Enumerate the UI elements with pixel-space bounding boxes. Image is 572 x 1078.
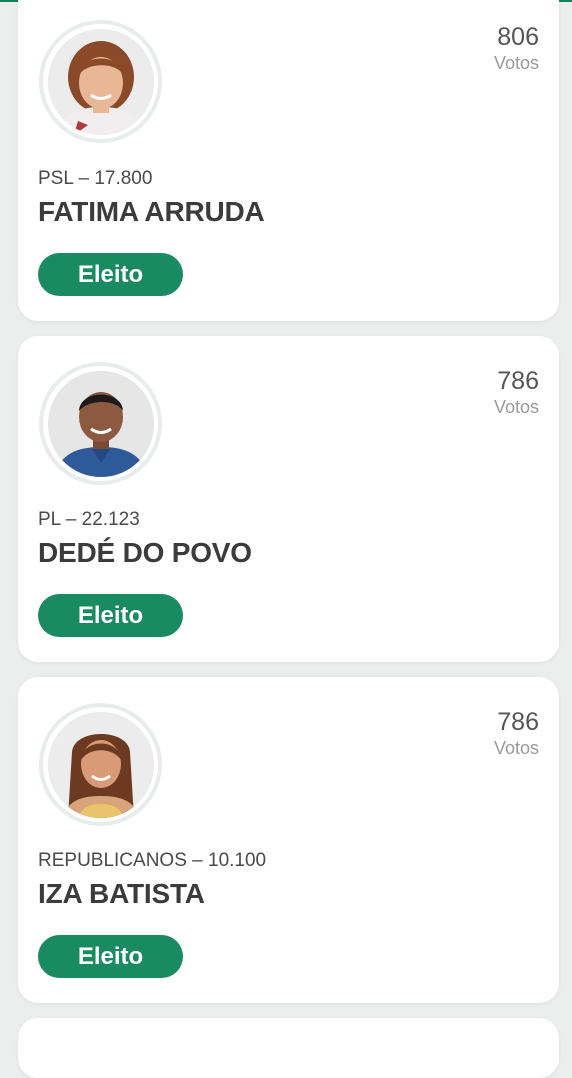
candidate-photo: [47, 370, 154, 477]
candidate-name: FATIMA ARRUDA: [38, 196, 265, 227]
party-number: PL – 22.123: [38, 509, 140, 530]
elected-badge[interactable]: Eleito: [38, 594, 183, 637]
candidate-name: IZA BATISTA: [38, 878, 205, 909]
candidate-photo: [47, 28, 154, 135]
votes-count: 786: [497, 708, 539, 736]
votes-label: Votos: [493, 738, 539, 758]
candidate-name: DEDÉ DO POVO: [38, 537, 252, 568]
votes-block: 786 Votos: [494, 366, 539, 419]
candidate-photo: [47, 711, 154, 818]
votes-block: 806 Votos: [494, 22, 539, 75]
votes-count: 806: [497, 23, 539, 51]
candidate-card[interactable]: 806 Votos PSL – 17.800 FATIMA ARRUDA Ele…: [18, 0, 559, 321]
candidate-card[interactable]: 786 Votos PL – 22.123 DEDÉ DO POVO Eleit…: [18, 336, 559, 662]
elected-badge[interactable]: Eleito: [38, 253, 183, 296]
elected-badge[interactable]: Eleito: [38, 935, 183, 978]
votes-label: Votos: [493, 53, 539, 73]
votes-block: 786 Votos: [494, 707, 539, 760]
avatar: [39, 20, 162, 143]
candidate-card[interactable]: [18, 1018, 559, 1078]
votes-label: Votos: [493, 397, 539, 417]
votes-count: 786: [497, 367, 539, 395]
candidate-card[interactable]: 786 Votos REPUBLICANOS – 10.100 IZA BATI…: [18, 677, 559, 1003]
party-number: REPUBLICANOS – 10.100: [38, 850, 267, 871]
avatar: [39, 362, 162, 485]
avatar: [39, 703, 162, 826]
party-number: PSL – 17.800: [38, 168, 153, 189]
